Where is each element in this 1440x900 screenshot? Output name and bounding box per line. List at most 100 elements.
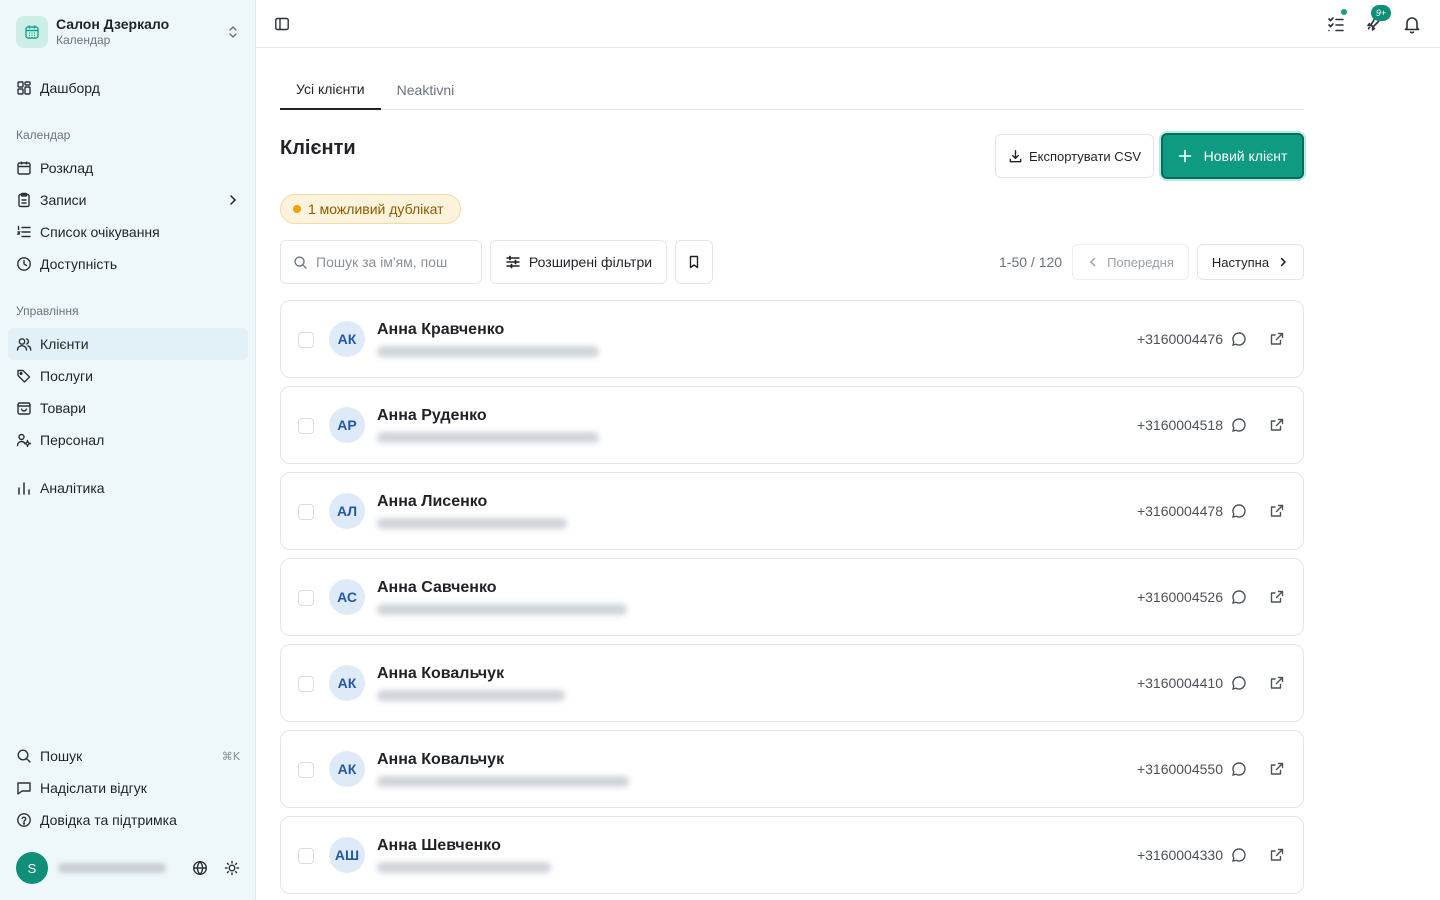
rocket-icon[interactable]: 9+ [1364,5,1391,34]
sidebar-item-waitlist[interactable]: Список очікування [8,216,248,248]
client-card[interactable]: АК Анна Кравченко +3160004476 [280,300,1304,378]
tasks-indicator [1339,7,1349,17]
tab-all-clients[interactable]: Усі клієнти [280,70,381,110]
next-page-button[interactable]: Наступна [1197,244,1304,280]
row-checkbox[interactable] [298,332,314,348]
client-phone: +3160004550 [1136,761,1223,777]
sidebar-item-help[interactable]: Довідка та підтримка [8,804,248,836]
row-checkbox[interactable] [298,848,314,864]
sun-icon[interactable] [224,860,240,876]
bell-icon[interactable] [1402,14,1422,34]
sidebar-section-calendar: Календар [16,128,71,142]
sidebar-item-search[interactable]: Пошук ⌘K [8,740,248,772]
message-icon[interactable] [1231,675,1247,691]
external-link-icon[interactable] [1269,331,1285,347]
message-icon[interactable] [1231,761,1247,777]
users-icon [16,336,32,352]
advanced-filters-label: Розширені фільтри [528,254,653,270]
client-card[interactable]: АЛ Анна Лисенко +3160004478 [280,472,1304,550]
client-card[interactable]: АР Анна Руденко +3160004518 [280,386,1304,464]
client-phone: +3160004410 [1136,675,1223,691]
tab-inactive[interactable]: Neaktivni [381,70,471,110]
client-name[interactable]: Анна Ковальчук [377,665,504,683]
sidebar-item-staff[interactable]: Персонал [8,424,248,456]
org-switcher[interactable]: Салон Дзеркало Календар [8,8,248,56]
export-csv-button[interactable]: Експортувати CSV [995,134,1154,178]
message-icon[interactable] [1231,417,1247,433]
client-avatar: АР [329,407,365,443]
client-name[interactable]: Анна Ковальчук [377,751,504,769]
staff-icon [16,432,32,448]
sidebar-item-products[interactable]: Товари [8,392,248,424]
row-checkbox[interactable] [298,504,314,520]
search-shortcut: ⌘K [221,749,240,763]
sidebar-item-feedback[interactable]: Надіслати відгук [8,772,248,804]
external-link-icon[interactable] [1269,503,1285,519]
message-icon[interactable] [1231,589,1247,605]
duplicate-label: 1 можливий дублікат [308,201,444,217]
sidebar-item-label: Персонал [40,432,105,448]
sidebar-toggle-icon[interactable] [274,16,290,32]
previous-page-button[interactable]: Попередня [1072,244,1189,280]
sidebar-item-services[interactable]: Послуги [8,360,248,392]
tasks-icon[interactable] [1326,7,1349,34]
client-card[interactable]: АШ Анна Шевченко +3160004330 [280,816,1304,894]
duplicate-badge[interactable]: 1 можливий дублікат [280,194,461,224]
client-name[interactable]: Анна Савченко [377,579,497,597]
external-link-icon[interactable] [1269,417,1285,433]
external-link-icon[interactable] [1269,675,1285,691]
client-name[interactable]: Анна Кравченко [377,321,504,339]
row-checkbox[interactable] [298,762,314,778]
saved-filters-button[interactable] [675,240,713,284]
message-icon[interactable] [1231,847,1247,863]
help-circle-icon [16,812,32,828]
client-email-blurred [377,690,565,701]
sidebar-item-schedule[interactable]: Розклад [8,152,248,184]
client-avatar: АЛ [329,493,365,529]
search-icon [16,748,32,764]
external-link-icon[interactable] [1269,761,1285,777]
client-name[interactable]: Анна Шевченко [377,837,501,855]
message-icon[interactable] [1231,503,1247,519]
message-icon[interactable] [1231,331,1247,347]
message-square-icon [16,780,32,796]
client-phone: +3160004518 [1136,417,1223,433]
row-checkbox[interactable] [298,676,314,692]
client-card[interactable]: АК Анна Ковальчук +3160004410 [280,644,1304,722]
client-email-blurred [377,604,627,615]
client-email-blurred [377,862,551,873]
clock-icon [16,256,32,272]
search-input[interactable] [316,254,466,270]
row-checkbox[interactable] [298,590,314,606]
user-row[interactable]: S [8,848,248,888]
shopping-bag-icon [16,400,32,416]
chevron-right-icon [226,193,240,207]
sidebar-item-label: Доступність [40,256,118,272]
sidebar-item-label: Розклад [40,160,94,176]
sidebar-item-dashboard[interactable]: Дашборд [8,72,248,104]
advanced-filters-button[interactable]: Розширені фільтри [490,240,667,284]
client-card[interactable]: АС Анна Савченко +3160004526 [280,558,1304,636]
globe-icon[interactable] [192,860,208,876]
user-actions [192,860,240,876]
new-client-button[interactable]: Новий клієнт [1161,133,1304,179]
external-link-icon[interactable] [1269,847,1285,863]
client-card[interactable]: АК Анна Ковальчук +3160004550 [280,730,1304,808]
sidebar-item-analytics[interactable]: Аналітика [8,472,248,504]
chevrons-up-down-icon [226,25,240,39]
sidebar-item-availability[interactable]: Доступність [8,248,248,280]
sidebar-item-label: Товари [40,400,86,416]
top-actions: 9+ [1326,5,1422,34]
clipboard-icon [16,192,32,208]
client-name[interactable]: Анна Лисенко [377,493,487,511]
bookmark-icon [687,255,701,269]
external-link-icon[interactable] [1269,589,1285,605]
dashboard-icon [16,80,32,96]
client-avatar: АК [329,321,365,357]
sidebar-item-appointments[interactable]: Записи [8,184,248,216]
org-name: Салон Дзеркало [56,16,170,32]
client-avatar: АС [329,579,365,615]
client-name[interactable]: Анна Руденко [377,407,487,425]
row-checkbox[interactable] [298,418,314,434]
sidebar-item-clients[interactable]: Клієнти [8,328,248,360]
